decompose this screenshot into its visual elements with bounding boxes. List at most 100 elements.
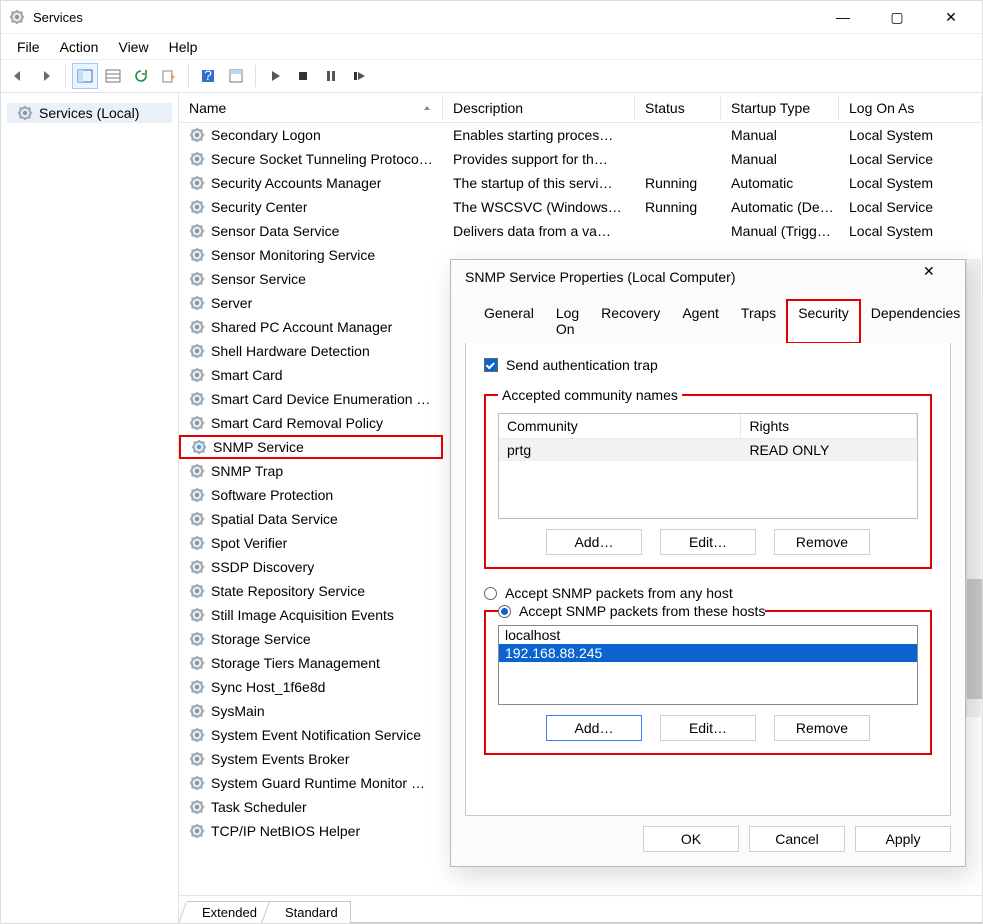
tab-dependencies[interactable]: Dependencies <box>860 300 972 343</box>
play-stop-icon <box>351 68 367 84</box>
tab-recovery[interactable]: Recovery <box>590 300 671 343</box>
help-button[interactable]: ? <box>195 63 221 89</box>
hosts-listbox[interactable]: localhost 192.168.88.245 <box>498 625 918 705</box>
host-edit-button[interactable]: Edit… <box>660 715 756 741</box>
col-status[interactable]: Status <box>635 96 721 120</box>
send-auth-trap-row: Send authentication trap <box>484 357 932 373</box>
radio-any-host[interactable] <box>484 587 497 600</box>
host-item-selected[interactable]: 192.168.88.245 <box>499 644 917 662</box>
refresh-button[interactable] <box>128 63 154 89</box>
service-startup: Manual <box>721 151 839 167</box>
details-button[interactable] <box>100 63 126 89</box>
scrollbar-thumb[interactable] <box>967 579 982 699</box>
community-remove-button[interactable]: Remove <box>774 529 870 555</box>
col-name[interactable]: Name <box>179 96 443 120</box>
service-name: Task Scheduler <box>211 799 307 815</box>
service-startup: Automatic <box>721 175 839 191</box>
tab-traps[interactable]: Traps <box>730 300 787 343</box>
refresh-icon <box>133 68 149 84</box>
tab-standard[interactable]: Standard <box>270 901 351 923</box>
service-name: Shared PC Account Manager <box>211 319 392 335</box>
service-name: SNMP Service <box>213 439 304 455</box>
service-startup: Automatic (De… <box>721 199 839 215</box>
tree-pane: Services (Local) <box>1 93 179 923</box>
gear-icon <box>189 631 205 647</box>
pause-service-button[interactable] <box>318 63 344 89</box>
community-table[interactable]: Community Rights prtg READ ONLY <box>498 413 918 519</box>
forward-button[interactable] <box>33 63 59 89</box>
sort-asc-icon <box>422 103 432 113</box>
dialog-title: SNMP Service Properties (Local Computer) <box>465 269 923 285</box>
gear-icon <box>189 151 205 167</box>
app-icon <box>9 9 25 25</box>
start-service-button[interactable] <box>262 63 288 89</box>
export-icon <box>161 68 177 84</box>
gear-icon <box>189 127 205 143</box>
community-col-header[interactable]: Community <box>499 414 741 438</box>
menu-bar: File Action View Help <box>1 33 982 59</box>
export-button[interactable] <box>156 63 182 89</box>
host-add-button[interactable]: Add… <box>546 715 642 741</box>
restart-service-button[interactable] <box>346 63 372 89</box>
col-startup[interactable]: Startup Type <box>721 96 839 120</box>
gear-icon <box>189 463 205 479</box>
maximize-button[interactable]: ▢ <box>874 1 920 33</box>
minimize-button[interactable]: — <box>820 1 866 33</box>
accept-these-hosts-row[interactable]: Accept SNMP packets from these hosts <box>498 603 765 619</box>
cancel-button[interactable]: Cancel <box>749 826 845 852</box>
service-row[interactable]: Sensor Data Service Delivers data from a… <box>179 219 982 243</box>
menu-help[interactable]: Help <box>159 37 208 57</box>
tab-extended[interactable]: Extended <box>187 901 270 923</box>
menu-view[interactable]: View <box>108 37 158 57</box>
radio-these-hosts[interactable] <box>498 605 511 618</box>
arrow-right-icon <box>38 68 54 84</box>
service-row[interactable]: Secondary Logon Enables starting proces…… <box>179 123 982 147</box>
service-name: Sensor Monitoring Service <box>211 247 375 263</box>
close-button[interactable]: ✕ <box>928 1 974 33</box>
community-add-button[interactable]: Add… <box>546 529 642 555</box>
col-logon[interactable]: Log On As <box>839 96 982 120</box>
gear-icon <box>189 343 205 359</box>
community-names-group: Accepted community names Community Right… <box>484 387 932 569</box>
service-description: The WSCSVC (Windows… <box>443 199 635 215</box>
dialog-close-button[interactable]: ✕ <box>923 263 957 291</box>
back-button[interactable] <box>5 63 31 89</box>
properties-button[interactable] <box>223 63 249 89</box>
send-auth-trap-checkbox[interactable] <box>484 358 498 372</box>
menu-action[interactable]: Action <box>50 37 109 57</box>
apply-button[interactable]: Apply <box>855 826 951 852</box>
toolbar-separator <box>255 65 256 87</box>
gear-icon <box>189 271 205 287</box>
show-hide-tree-button[interactable] <box>72 63 98 89</box>
properties-icon <box>228 68 244 84</box>
community-row[interactable]: prtg READ ONLY <box>499 439 917 461</box>
accept-any-host-row[interactable]: Accept SNMP packets from any host <box>484 585 932 601</box>
host-item[interactable]: localhost <box>499 626 917 644</box>
service-row[interactable]: Security Center The WSCSVC (Windows… Run… <box>179 195 982 219</box>
service-name: Spatial Data Service <box>211 511 338 527</box>
service-row[interactable]: Secure Socket Tunneling Protocol Se… Pro… <box>179 147 982 171</box>
service-name: Security Center <box>211 199 307 215</box>
gear-icon <box>189 295 205 311</box>
community-edit-button[interactable]: Edit… <box>660 529 756 555</box>
tab-security[interactable]: Security <box>787 300 860 343</box>
menu-file[interactable]: File <box>7 37 50 57</box>
stop-service-button[interactable] <box>290 63 316 89</box>
host-remove-button[interactable]: Remove <box>774 715 870 741</box>
service-name: SSDP Discovery <box>211 559 314 575</box>
ok-button[interactable]: OK <box>643 826 739 852</box>
rights-col-header[interactable]: Rights <box>741 414 917 438</box>
service-row[interactable]: Security Accounts Manager The startup of… <box>179 171 982 195</box>
service-status: Running <box>635 175 721 191</box>
tree-root-services-local[interactable]: Services (Local) <box>7 103 172 123</box>
col-description[interactable]: Description <box>443 96 635 120</box>
gear-icon <box>189 535 205 551</box>
properties-dialog: SNMP Service Properties (Local Computer)… <box>450 259 966 867</box>
tab-log-on[interactable]: Log On <box>545 300 590 343</box>
service-name: Secondary Logon <box>211 127 321 143</box>
tab-general[interactable]: General <box>473 300 545 343</box>
toolbar-separator <box>188 65 189 87</box>
gear-icon <box>189 319 205 335</box>
tab-agent[interactable]: Agent <box>671 300 730 343</box>
service-name: Spot Verifier <box>211 535 287 551</box>
